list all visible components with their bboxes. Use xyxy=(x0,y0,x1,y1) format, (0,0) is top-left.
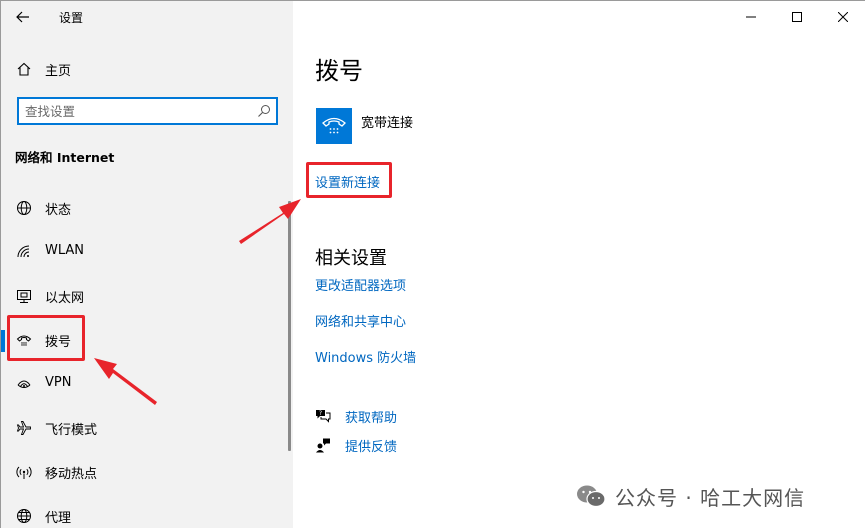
sidebar-item-hotspot[interactable]: 移动热点 xyxy=(1,450,293,494)
sidebar-item-label: 移动热点 xyxy=(45,467,98,482)
sidebar-scrollbar[interactable] xyxy=(288,201,291,451)
maximize-icon xyxy=(792,12,802,22)
sidebar-item-airplane-mode[interactable]: 飞行模式 xyxy=(1,406,293,450)
watermark: 公众号 · 哈工大网信 xyxy=(575,482,805,510)
dialup-phone-icon xyxy=(322,117,346,134)
status-globe-icon xyxy=(15,199,33,217)
maximize-button[interactable] xyxy=(774,1,820,33)
proxy-globe-icon xyxy=(15,507,33,525)
window-controls xyxy=(728,1,865,33)
sidebar-item-label: 状态 xyxy=(45,203,72,218)
windows-firewall-link[interactable]: Windows 防火墙 xyxy=(315,347,416,366)
ethernet-icon xyxy=(15,287,33,305)
sidebar-item-wlan[interactable]: WLAN xyxy=(1,230,293,274)
back-button[interactable] xyxy=(9,5,37,29)
vpn-icon xyxy=(15,375,33,393)
give-feedback-label: 提供反馈 xyxy=(345,439,398,455)
network-sharing-center-link[interactable]: 网络和共享中心 xyxy=(315,311,406,330)
page-title: 拨号 xyxy=(315,57,363,85)
sidebar-item-proxy[interactable]: 代理 xyxy=(1,494,293,528)
sidebar-item-label: 飞行模式 xyxy=(45,423,98,438)
wifi-icon xyxy=(15,243,33,261)
hotspot-icon xyxy=(15,463,33,481)
home-icon xyxy=(15,60,33,78)
sidebar-item-vpn[interactable]: VPN xyxy=(1,362,293,406)
sidebar-item-label: WLAN xyxy=(45,243,85,258)
app-title: 设置 xyxy=(59,11,84,25)
sidebar-item-label: 代理 xyxy=(45,511,72,526)
airplane-icon xyxy=(15,419,33,437)
selection-indicator xyxy=(1,330,5,352)
sidebar-item-ethernet[interactable]: 以太网 xyxy=(1,274,293,318)
minimize-icon xyxy=(746,16,756,18)
feedback-icon xyxy=(315,437,331,453)
sidebar-item-label: VPN xyxy=(45,375,72,390)
highlight-box-dialup xyxy=(7,315,85,361)
settings-window: 设置 主页 网络和 Internet 状态 WL xyxy=(0,0,865,528)
sidebar-item-status[interactable]: 状态 xyxy=(1,186,293,230)
get-help-label: 获取帮助 xyxy=(345,410,398,426)
sidebar-item-label: 主页 xyxy=(45,64,72,79)
get-help-link[interactable]: ? 获取帮助 xyxy=(315,406,397,426)
watermark-text: 公众号 · 哈工大网信 xyxy=(615,485,806,510)
svg-text:?: ? xyxy=(319,410,322,417)
sidebar: 设置 主页 网络和 Internet 状态 WL xyxy=(1,1,293,528)
connection-tile[interactable] xyxy=(316,108,352,144)
back-arrow-icon xyxy=(16,11,29,23)
search-input[interactable] xyxy=(25,102,245,120)
give-feedback-link[interactable]: 提供反馈 xyxy=(315,435,397,455)
connection-name[interactable]: 宽带连接 xyxy=(361,112,413,131)
sidebar-item-label: 以太网 xyxy=(45,291,85,306)
highlight-box-setup-link xyxy=(306,162,392,198)
close-icon xyxy=(838,12,848,22)
help-chat-icon: ? xyxy=(315,408,331,424)
change-adapter-options-link[interactable]: 更改适配器选项 xyxy=(315,275,406,294)
related-settings-title: 相关设置 xyxy=(315,248,387,269)
minimize-button[interactable] xyxy=(728,1,774,33)
sidebar-item-home[interactable]: 主页 xyxy=(1,55,293,83)
section-title: 网络和 Internet xyxy=(15,150,115,165)
main-content: 拨号 宽带连接 设置新连接 相关设置 更改适配器选项 网络和共享中心 Windo… xyxy=(293,1,865,528)
close-button[interactable] xyxy=(820,1,865,33)
title-bar: 设置 xyxy=(1,1,293,33)
search-box[interactable] xyxy=(17,97,278,125)
search-icon[interactable] xyxy=(257,104,271,118)
wechat-icon xyxy=(577,485,606,508)
